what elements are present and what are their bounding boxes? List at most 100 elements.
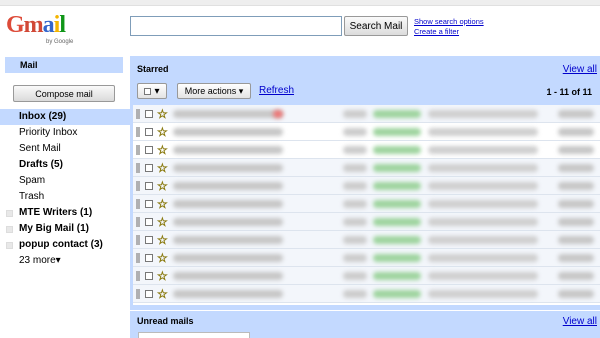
subject-redacted — [428, 218, 538, 226]
create-filter-link[interactable]: Create a filter — [414, 27, 484, 37]
more-actions-button[interactable]: More actions ▾ — [177, 83, 251, 99]
subject-redacted — [428, 164, 538, 172]
drag-handle-icon[interactable] — [136, 181, 140, 191]
drag-handle-icon[interactable] — [136, 199, 140, 209]
sidebar-item[interactable]: popup contact (3) — [0, 237, 130, 253]
sidebar-item[interactable]: Sent Mail — [0, 141, 130, 157]
select-checkbox-menu[interactable]: ▾ — [137, 83, 167, 99]
date-redacted — [558, 290, 594, 298]
gmail-logo[interactable]: Gmail by Google — [6, 12, 86, 48]
row-checkbox[interactable] — [145, 254, 153, 262]
date-redacted — [558, 182, 594, 190]
star-icon[interactable]: ☆ — [157, 195, 168, 213]
sidebar-item-label: popup contact (3) — [19, 239, 103, 250]
row-checkbox[interactable] — [145, 146, 153, 154]
message-row[interactable]: ☆ — [133, 141, 600, 159]
row-checkbox[interactable] — [145, 236, 153, 244]
sidebar-item[interactable]: My Big Mail (1) — [0, 221, 130, 237]
message-row[interactable]: ☆ — [133, 231, 600, 249]
sidebar-item-label: Trash — [19, 191, 45, 202]
date-redacted — [558, 236, 594, 244]
drag-handle-icon[interactable] — [136, 253, 140, 263]
drag-handle-icon[interactable] — [136, 235, 140, 245]
tag-redacted — [373, 218, 421, 226]
date-redacted — [558, 146, 594, 154]
message-row[interactable]: ☆ — [133, 105, 600, 123]
row-checkbox[interactable] — [145, 128, 153, 136]
star-icon[interactable]: ☆ — [157, 141, 168, 159]
star-icon[interactable]: ☆ — [157, 213, 168, 231]
sidebar-item[interactable]: Priority Inbox — [0, 125, 130, 141]
subject-redacted — [428, 182, 538, 190]
tag-redacted — [373, 272, 421, 280]
row-checkbox[interactable] — [145, 182, 153, 190]
message-list: ☆ ☆ ☆ ☆ ☆ ☆ ☆ ☆ ☆ ☆ ☆ — [133, 105, 600, 305]
row-checkbox[interactable] — [145, 200, 153, 208]
star-icon[interactable]: ☆ — [157, 123, 168, 141]
row-checkbox[interactable] — [145, 272, 153, 280]
mail-section-label[interactable]: Mail — [5, 57, 123, 73]
drag-handle-icon[interactable] — [136, 163, 140, 173]
subject-redacted — [428, 236, 538, 244]
checkbox-icon — [144, 87, 152, 95]
message-row[interactable]: ☆ — [133, 249, 600, 267]
unread-title: Unread mails — [137, 316, 194, 326]
compose-mail-button[interactable]: Compose mail — [13, 85, 115, 102]
date-redacted — [558, 272, 594, 280]
logo-wordmark: Gmail — [6, 12, 66, 38]
sidebar-item-label: 23 more▾ — [19, 255, 61, 266]
message-row[interactable]: ☆ — [133, 213, 600, 231]
logo-byline: by Google — [46, 39, 74, 45]
unread-view-all-link[interactable]: View all — [563, 316, 597, 327]
message-row[interactable]: ☆ — [133, 123, 600, 141]
show-search-options-link[interactable]: Show search options — [414, 17, 484, 27]
star-icon[interactable]: ☆ — [157, 267, 168, 285]
row-checkbox[interactable] — [145, 290, 153, 298]
starred-view-all-link[interactable]: View all — [563, 64, 597, 75]
message-row[interactable]: ☆ — [133, 195, 600, 213]
message-row[interactable]: ☆ — [133, 159, 600, 177]
row-checkbox[interactable] — [145, 218, 153, 226]
date-redacted — [558, 200, 594, 208]
drag-handle-icon[interactable] — [136, 127, 140, 137]
label-color-swatch — [6, 210, 13, 217]
star-icon[interactable]: ☆ — [157, 285, 168, 303]
sidebar-item-label: Spam — [19, 175, 46, 186]
sender-redacted — [173, 272, 283, 280]
sidebar-item[interactable]: Trash — [0, 189, 130, 205]
label-redacted — [343, 272, 367, 280]
star-icon[interactable]: ☆ — [157, 231, 168, 249]
star-icon[interactable]: ☆ — [157, 105, 168, 123]
drag-handle-icon[interactable] — [136, 109, 140, 119]
message-row[interactable]: ☆ — [133, 177, 600, 195]
sidebar-item[interactable]: 23 more▾ — [0, 253, 130, 269]
sidebar-item[interactable]: Drafts (5) — [0, 157, 130, 173]
star-icon[interactable]: ☆ — [157, 177, 168, 195]
sidebar-item[interactable]: Inbox (29) — [0, 109, 130, 125]
top-bar — [0, 0, 600, 6]
drag-handle-icon[interactable] — [136, 145, 140, 155]
unread-panel: Unread mails View all — [130, 311, 600, 338]
sender-redacted — [173, 290, 283, 298]
drag-handle-icon[interactable] — [136, 271, 140, 281]
sidebar-item[interactable]: MTE Writers (1) — [0, 205, 130, 221]
row-checkbox[interactable] — [145, 164, 153, 172]
drag-handle-icon[interactable] — [136, 289, 140, 299]
refresh-link[interactable]: Refresh — [259, 85, 294, 96]
message-count: 1 - 11 of 11 — [546, 87, 592, 97]
label-redacted — [343, 182, 367, 190]
sender-redacted — [173, 110, 283, 118]
drag-handle-icon[interactable] — [136, 217, 140, 227]
subject-redacted — [428, 110, 538, 118]
sender-redacted — [173, 254, 283, 262]
search-input[interactable] — [130, 16, 342, 36]
sidebar-item-label: Priority Inbox — [19, 127, 78, 138]
star-icon[interactable]: ☆ — [157, 249, 168, 267]
search-mail-button[interactable]: Search Mail — [344, 16, 408, 36]
sender-redacted — [173, 236, 283, 244]
message-row[interactable]: ☆ — [133, 267, 600, 285]
sidebar-item[interactable]: Spam — [0, 173, 130, 189]
row-checkbox[interactable] — [145, 110, 153, 118]
message-row[interactable]: ☆ — [133, 285, 600, 303]
star-icon[interactable]: ☆ — [157, 159, 168, 177]
